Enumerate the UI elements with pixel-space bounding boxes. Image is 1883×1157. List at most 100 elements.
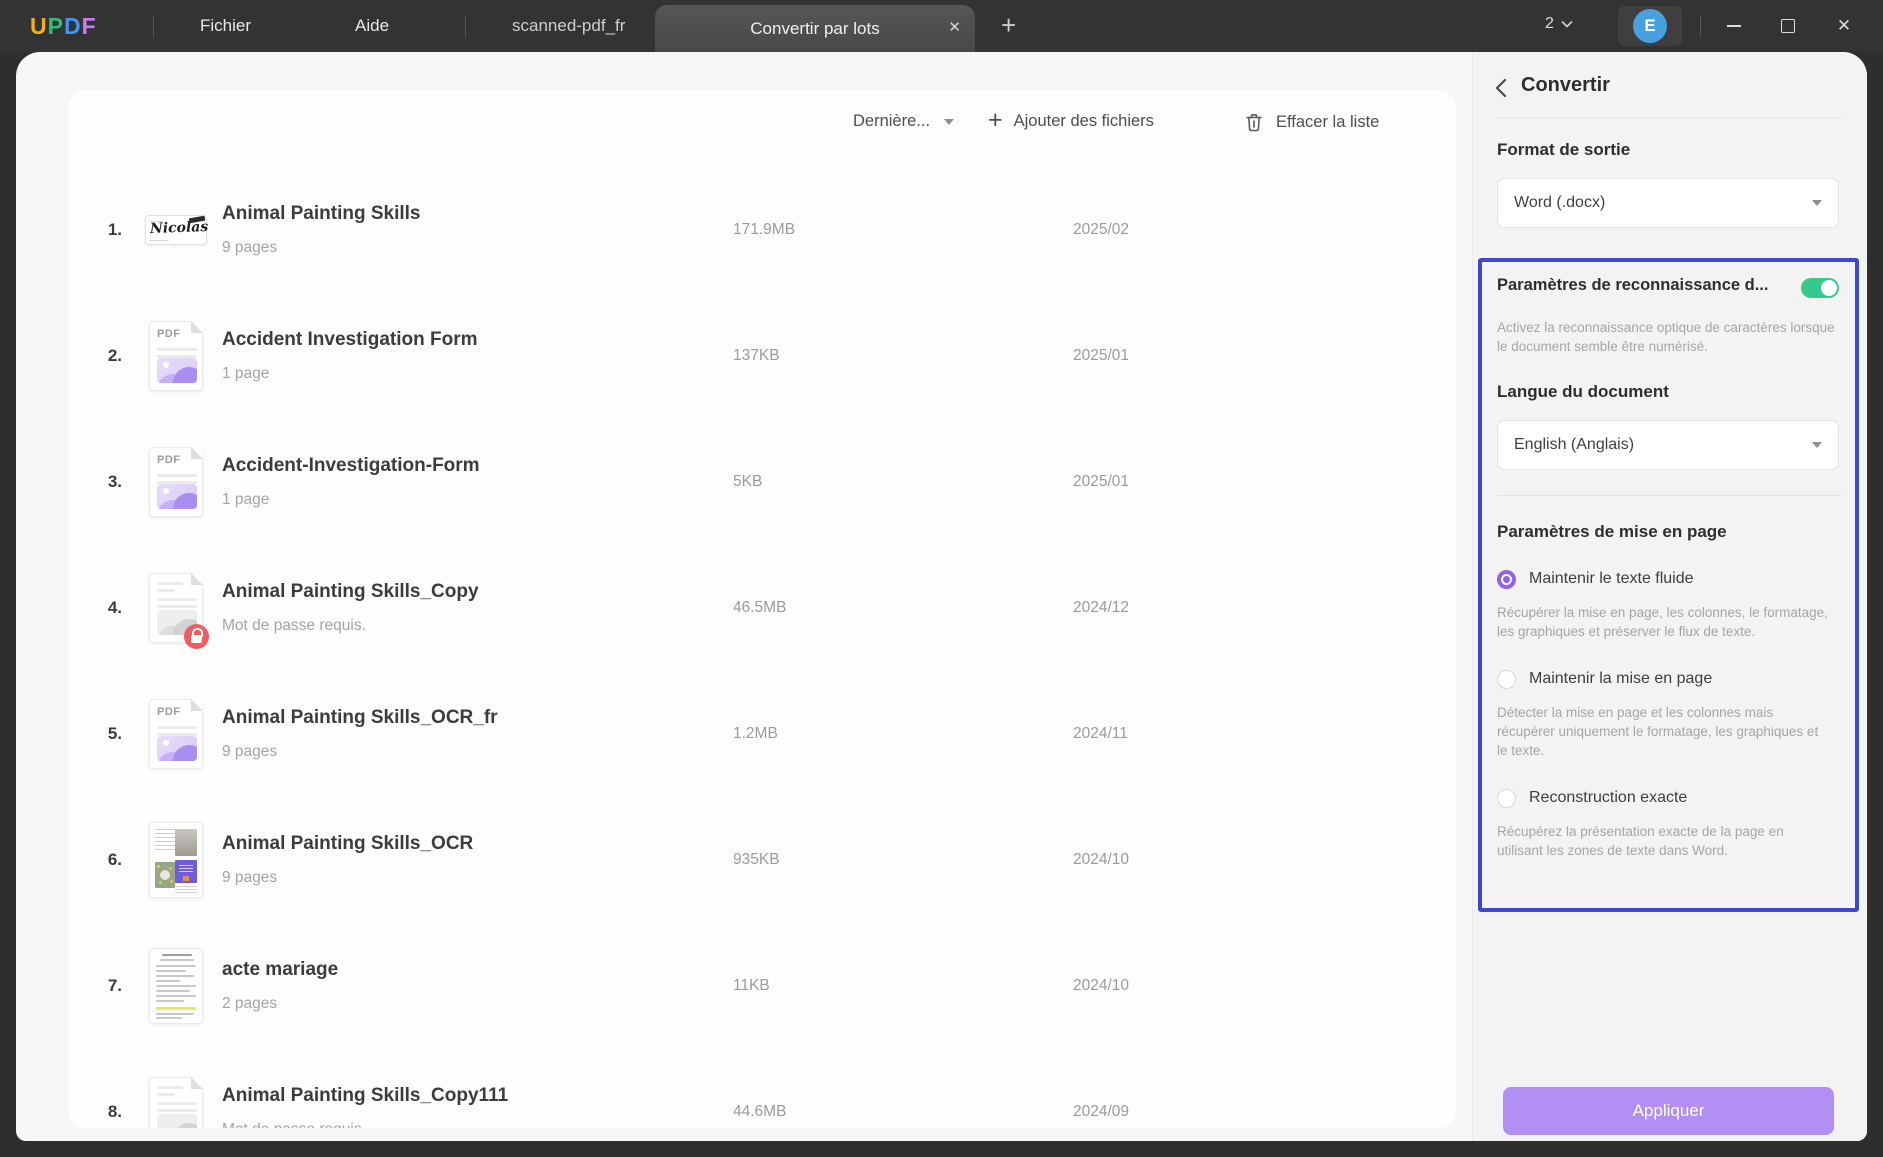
minimize-button[interactable] xyxy=(1712,0,1756,52)
file-size: 44.6MB xyxy=(733,1103,787,1120)
ocr-settings-title: Paramètres de reconnaissance d... xyxy=(1497,276,1769,294)
file-row[interactable]: 1. Nicolas Animal Painting Skills 9 pages 17… xyxy=(68,167,1456,293)
thumbnail-locked-doc-icon xyxy=(149,1077,203,1128)
tab-convertir-par-lots[interactable]: Convertir par lots ✕ xyxy=(655,5,975,52)
radio-selected-icon[interactable] xyxy=(1497,569,1516,589)
thumb-line xyxy=(157,1102,197,1105)
thumbnail-form-page xyxy=(149,948,203,1024)
file-index: 6. xyxy=(107,850,122,869)
titlebar-divider xyxy=(153,15,154,37)
file-thumbnail xyxy=(145,1077,207,1128)
tab-count-value: 2 xyxy=(1545,15,1554,32)
file-name: Accident Investigation Form xyxy=(222,329,478,350)
file-index: 8. xyxy=(107,1102,122,1121)
account-button[interactable]: E xyxy=(1618,6,1682,46)
layout-option-1[interactable]: Maintenir le texte fluide xyxy=(1497,567,1831,591)
file-info: Animal Painting Skills_Copy Mot de passe … xyxy=(222,581,702,635)
menu-aide[interactable]: Aide xyxy=(355,16,389,36)
output-format-label: Format de sortie xyxy=(1497,140,1631,159)
thumb-line xyxy=(156,980,180,982)
layout-option-3[interactable]: Reconstruction exacte xyxy=(1497,786,1831,810)
file-name: Accident-Investigation-Form xyxy=(222,455,480,476)
layout-option-label: Maintenir la mise en page xyxy=(1529,670,1713,687)
file-size: 11KB xyxy=(733,977,770,994)
radio-icon[interactable] xyxy=(1497,669,1516,689)
document-language-select[interactable]: English (Anglais) xyxy=(1497,420,1839,470)
thumb-line xyxy=(156,965,196,967)
image-placeholder xyxy=(157,484,197,509)
file-row[interactable]: 3. PDF Accident-Investigation-Form 1 page 5K… xyxy=(68,419,1456,545)
image-placeholder xyxy=(157,1114,197,1128)
file-thumbnail xyxy=(145,573,209,649)
menu-fichier[interactable]: Fichier xyxy=(200,16,251,36)
file-info: acte mariage 2 pages xyxy=(222,959,702,1013)
file-row[interactable]: 6. Animal Painting Skills_OCR 9 pages 935KB… xyxy=(68,797,1456,923)
logo-letter: P xyxy=(47,13,64,39)
avatar-initial: E xyxy=(1644,16,1656,35)
file-name: Animal Painting Skills xyxy=(222,203,421,224)
thumb-line xyxy=(162,954,192,956)
thumb-line xyxy=(160,959,194,961)
output-format-value: Word (.docx) xyxy=(1514,194,1606,211)
thumb-line xyxy=(156,995,196,997)
file-meta: 1 page xyxy=(222,365,270,382)
layout-option-2[interactable]: Maintenir la mise en page xyxy=(1497,667,1831,691)
ocr-toggle[interactable] xyxy=(1801,278,1839,298)
file-thumbnail xyxy=(145,822,207,898)
thumb-line xyxy=(149,221,163,222)
radio-icon[interactable] xyxy=(1497,788,1516,808)
file-info: Accident Investigation Form 1 page xyxy=(222,329,702,383)
file-date: 2024/09 xyxy=(1073,1103,1130,1120)
image-placeholder xyxy=(157,736,197,761)
close-window-button[interactable]: ✕ xyxy=(1822,0,1866,52)
file-thumbnail xyxy=(145,948,207,1024)
layout-option-description: Détecter la mise en page et les colonnes… xyxy=(1497,705,1819,758)
file-row[interactable]: 4. Animal Painting Skills_Copy Mot de pass… xyxy=(68,545,1456,671)
output-format-select[interactable]: Word (.docx) xyxy=(1497,178,1839,228)
updf-logo: UPDF xyxy=(30,13,97,40)
new-tab-button[interactable]: + xyxy=(1001,10,1016,41)
file-thumbnail: PDF xyxy=(145,699,207,769)
avatar: E xyxy=(1633,9,1667,43)
thumb-line xyxy=(157,598,197,601)
file-meta: 2 pages xyxy=(222,995,278,1012)
add-files-button[interactable]: + Ajouter des fichiers xyxy=(988,108,1154,133)
maximize-button[interactable] xyxy=(1766,0,1810,52)
caret-down-icon xyxy=(1812,200,1822,206)
file-row[interactable]: 5. PDF Animal Painting Skills_OCR_fr 9 page… xyxy=(68,671,1456,797)
layout-option-description: Récupérez la présentation exacte de la p… xyxy=(1497,824,1784,858)
document-language-value: English (Anglais) xyxy=(1514,436,1635,453)
sort-label: Dernière... xyxy=(853,112,931,130)
file-index: 1. xyxy=(107,220,122,239)
close-tab-icon[interactable]: ✕ xyxy=(948,19,961,37)
file-info: Animal Painting Skills_OCR 9 pages xyxy=(222,833,702,887)
file-row[interactable]: 8. Animal Painting Skills_Copy111 Mot de p… xyxy=(68,1049,1456,1128)
file-date: 2024/11 xyxy=(1073,725,1128,742)
ocr-description: Activez la reconnaissance optique de car… xyxy=(1497,320,1835,354)
thumb-line xyxy=(157,726,197,729)
file-meta: 9 pages xyxy=(222,869,278,886)
thumbnail-pdf-icon: PDF xyxy=(149,321,203,391)
file-name: Animal Painting Skills_Copy111 xyxy=(222,1085,509,1106)
thumb-line xyxy=(156,985,196,987)
clear-list-button[interactable]: Effacer la liste xyxy=(1244,112,1379,133)
pdf-label: PDF xyxy=(157,328,181,340)
file-name: Animal Painting Skills_Copy xyxy=(222,581,479,602)
caret-down-icon xyxy=(944,118,955,125)
apply-button[interactable]: Appliquer xyxy=(1503,1087,1834,1135)
file-meta: 1 page xyxy=(222,491,270,508)
file-row[interactable]: 2. PDF Accident Investigation Form 1 page 13… xyxy=(68,293,1456,419)
logo-letter: F xyxy=(81,13,97,39)
image-placeholder xyxy=(157,358,197,383)
updf-window: UPDF Fichier Aide scanned-pdf_fr Convert… xyxy=(0,0,1883,1157)
toggle-knob xyxy=(1821,280,1837,296)
tab-count-dropdown[interactable]: 2 xyxy=(1545,15,1573,33)
back-chevron-icon[interactable] xyxy=(1495,78,1507,98)
file-info: Animal Painting Skills_OCR_fr 9 pages xyxy=(222,707,702,761)
sort-dropdown[interactable]: Dernière... xyxy=(853,112,955,131)
file-row[interactable]: 7. acte mariage 2 pages 11KB 2024/10 xyxy=(68,923,1456,1049)
tab-scanned-pdf[interactable]: scanned-pdf_fr xyxy=(512,16,625,36)
file-size: 46.5MB xyxy=(733,599,787,616)
file-size: 1.2MB xyxy=(733,725,778,742)
file-meta: 9 pages xyxy=(222,239,278,256)
